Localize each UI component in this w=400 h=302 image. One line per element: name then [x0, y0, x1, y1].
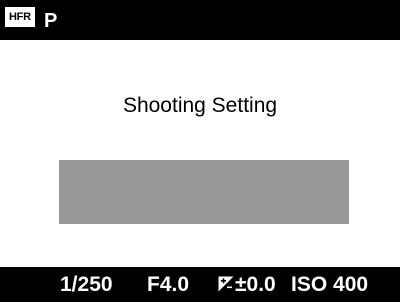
exposure-compensation-value: ±0.0: [235, 273, 276, 296]
hfr-badge: HFR: [5, 7, 35, 27]
bottom-status-bar: 1/250 F4.0 ±0.0 ISO 400: [0, 267, 400, 302]
iso-value: ISO 400: [291, 273, 369, 296]
exposure-compensation: ±0.0: [218, 273, 276, 297]
shooting-mode: P: [44, 10, 58, 32]
setting-placeholder-bar[interactable]: [59, 160, 349, 224]
shutter-speed: 1/250: [60, 273, 113, 296]
aperture-value: F4.0: [147, 273, 190, 296]
page-title: Shooting Setting: [122, 94, 278, 117]
exposure-compensation-icon: [218, 276, 234, 292]
top-status-bar: HFR P: [0, 0, 400, 40]
